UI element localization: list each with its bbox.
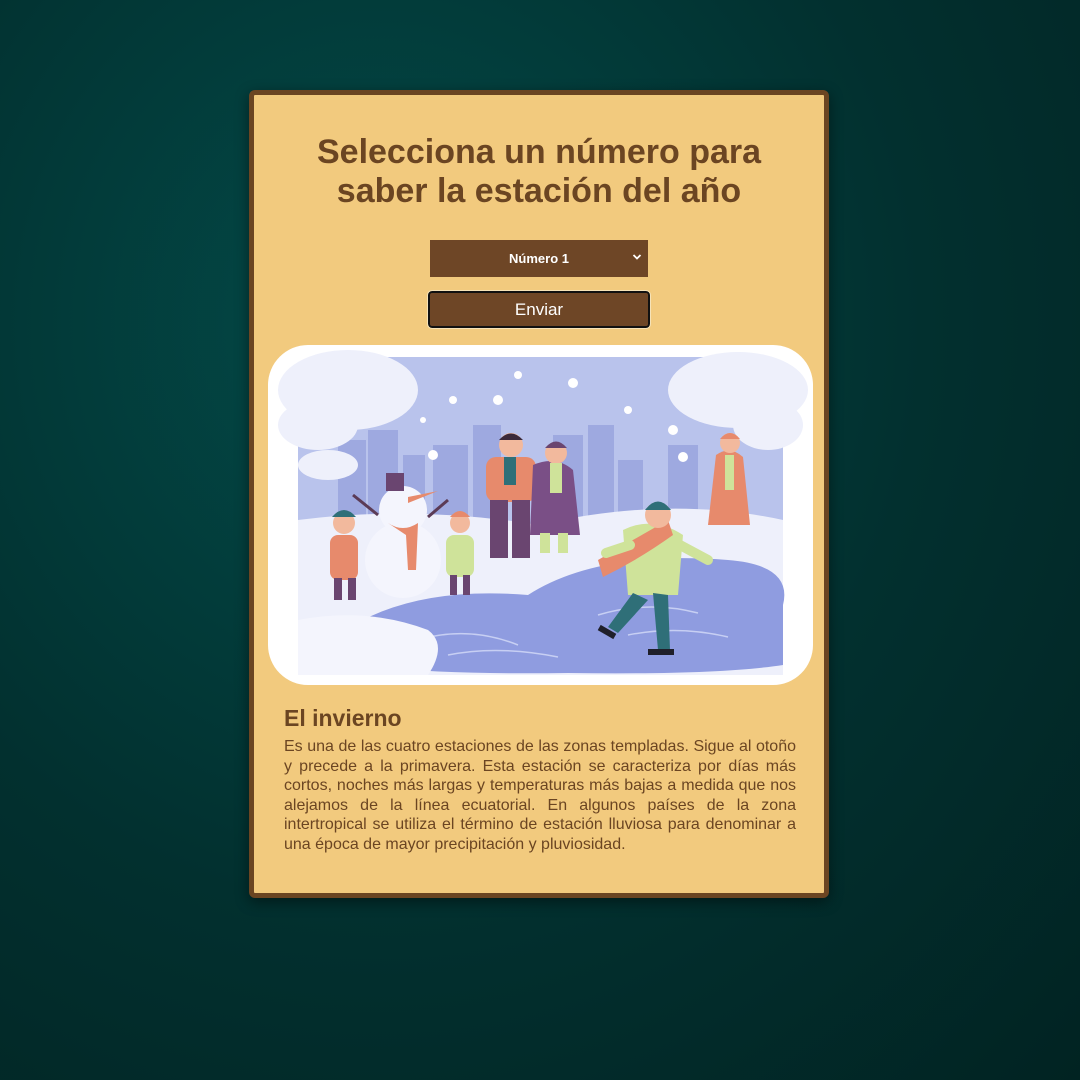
page-title: Selecciona un número para saber la estac… [316, 133, 762, 210]
number-select[interactable]: Número 1 [430, 240, 648, 277]
select-value: Número 1 [509, 251, 569, 266]
season-name: El invierno [284, 705, 402, 731]
season-card: Selecciona un número para saber la estac… [249, 90, 829, 898]
winter-illustration [268, 345, 813, 685]
submit-button[interactable]: Enviar [427, 290, 651, 329]
chevron-down-icon [632, 254, 642, 260]
season-description: Es una de las cuatro estaciones de las z… [284, 738, 796, 853]
